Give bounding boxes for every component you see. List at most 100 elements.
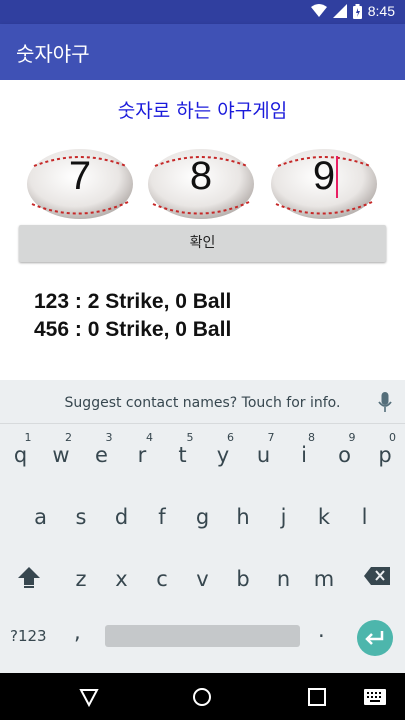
key-label: h xyxy=(236,505,250,529)
key-label: g xyxy=(195,505,210,529)
key-q[interactable]: q1 xyxy=(1,429,41,477)
game-heading: 숫자로 하는 야구게임 xyxy=(117,100,288,122)
digit-input-1[interactable]: 7 xyxy=(26,148,134,220)
key-e[interactable]: e3 xyxy=(82,429,122,477)
home-icon[interactable] xyxy=(192,687,212,707)
key-a[interactable]: a xyxy=(21,491,61,539)
suggestion-strip[interactable]: Suggest contact names? Touch for info. xyxy=(0,380,405,424)
key-label: z xyxy=(75,567,87,591)
key-label: j xyxy=(280,505,287,529)
soft-keyboard: Suggest contact names? Touch for info. ?… xyxy=(0,380,405,673)
status-time: 8:45 xyxy=(367,3,395,19)
shift-icon[interactable] xyxy=(17,566,41,588)
key-number-hint: 9 xyxy=(348,431,356,444)
key-g[interactable]: g xyxy=(183,491,223,539)
confirm-button[interactable]: 확인 xyxy=(19,225,386,262)
key-o[interactable]: o9 xyxy=(325,429,365,477)
key-label: s xyxy=(75,505,87,529)
key-label: x xyxy=(115,567,128,591)
app-title: 숫자야구 xyxy=(16,42,90,66)
key-number-hint: 0 xyxy=(389,431,396,444)
key-k[interactable]: k xyxy=(304,491,344,539)
digit-input-3[interactable]: 9 xyxy=(270,148,378,220)
key-w[interactable]: w2 xyxy=(41,429,81,477)
key-number-hint: 3 xyxy=(105,431,113,444)
spacebar[interactable] xyxy=(105,625,300,647)
period-key[interactable]: . xyxy=(318,618,325,642)
key-y[interactable]: y6 xyxy=(203,429,243,477)
comma-key[interactable]: , xyxy=(74,620,81,644)
symbols-key[interactable]: ?123 xyxy=(10,627,47,645)
key-label: w xyxy=(52,443,70,467)
back-icon[interactable] xyxy=(79,687,99,707)
battery-icon xyxy=(352,3,362,19)
key-r[interactable]: r4 xyxy=(122,429,162,477)
digit-3: 9 xyxy=(312,154,336,198)
key-f[interactable]: f xyxy=(142,491,182,539)
key-label: m xyxy=(313,567,335,591)
key-label: o xyxy=(338,443,351,467)
status-icons: 8:45 xyxy=(310,3,395,19)
results-list: 123 : 2 Strike, 0 Ball 456 : 0 Strike, 0… xyxy=(34,288,231,344)
key-label: n xyxy=(276,567,291,591)
key-label: f xyxy=(158,505,166,529)
digit-2: 8 xyxy=(189,154,213,198)
key-number-hint: 8 xyxy=(308,431,315,444)
status-bar: 8:45 xyxy=(0,0,405,24)
key-m[interactable]: m xyxy=(304,553,344,601)
key-v[interactable]: v xyxy=(183,553,223,601)
recents-icon[interactable] xyxy=(308,688,326,706)
navigation-bar xyxy=(0,673,405,720)
key-u[interactable]: u7 xyxy=(244,429,284,477)
key-label: v xyxy=(196,567,209,591)
result-line: 123 : 2 Strike, 0 Ball xyxy=(34,290,232,313)
key-t[interactable]: t5 xyxy=(163,429,203,477)
key-number-hint: 6 xyxy=(227,431,234,444)
key-h[interactable]: h xyxy=(223,491,263,539)
digit-1: 7 xyxy=(68,154,92,198)
key-label: c xyxy=(156,567,168,591)
game-content: 숫자로 하는 야구게임 7 8 9 확인 123 : 2 Strike, 0 B… xyxy=(0,80,405,380)
key-number-hint: 5 xyxy=(186,431,194,444)
digit-input-2[interactable]: 8 xyxy=(147,148,255,220)
key-label: k xyxy=(317,505,331,529)
key-number-hint: 2 xyxy=(65,431,72,444)
text-cursor xyxy=(336,156,338,198)
key-label: b xyxy=(236,567,250,591)
key-label: p xyxy=(378,443,392,467)
key-c[interactable]: c xyxy=(142,553,182,601)
key-label: q xyxy=(13,443,28,467)
enter-icon xyxy=(365,631,384,645)
key-l[interactable]: l xyxy=(345,491,385,539)
wifi-icon xyxy=(310,4,327,17)
key-s[interactable]: s xyxy=(61,491,101,539)
keyboard-switch-icon[interactable] xyxy=(364,689,386,705)
microphone-icon[interactable] xyxy=(378,392,392,414)
key-label: d xyxy=(114,505,129,529)
key-number-hint: 4 xyxy=(146,431,153,444)
key-x[interactable]: x xyxy=(102,553,142,601)
key-label: u xyxy=(256,443,271,467)
key-p[interactable]: p0 xyxy=(365,429,405,477)
key-j[interactable]: j xyxy=(264,491,304,539)
key-label: t xyxy=(178,443,187,467)
key-label: a xyxy=(34,505,47,529)
key-number-hint: 7 xyxy=(267,431,275,444)
key-i[interactable]: i8 xyxy=(284,429,324,477)
signal-icon xyxy=(332,4,347,18)
key-label: r xyxy=(137,443,147,467)
key-label: l xyxy=(361,505,368,529)
backspace-icon[interactable] xyxy=(364,567,390,585)
key-z[interactable]: z xyxy=(61,553,101,601)
result-line: 456 : 0 Strike, 0 Ball xyxy=(34,318,232,341)
key-label: i xyxy=(301,443,307,467)
key-number-hint: 1 xyxy=(24,431,32,444)
app-bar: 숫자야구 xyxy=(0,24,405,80)
key-label: y xyxy=(216,443,230,467)
key-label: e xyxy=(95,443,108,467)
key-b[interactable]: b xyxy=(223,553,263,601)
suggestion-text[interactable]: Suggest contact names? Touch for info. xyxy=(0,395,405,411)
enter-key[interactable] xyxy=(357,620,393,656)
key-d[interactable]: d xyxy=(102,491,142,539)
key-n[interactable]: n xyxy=(264,553,304,601)
